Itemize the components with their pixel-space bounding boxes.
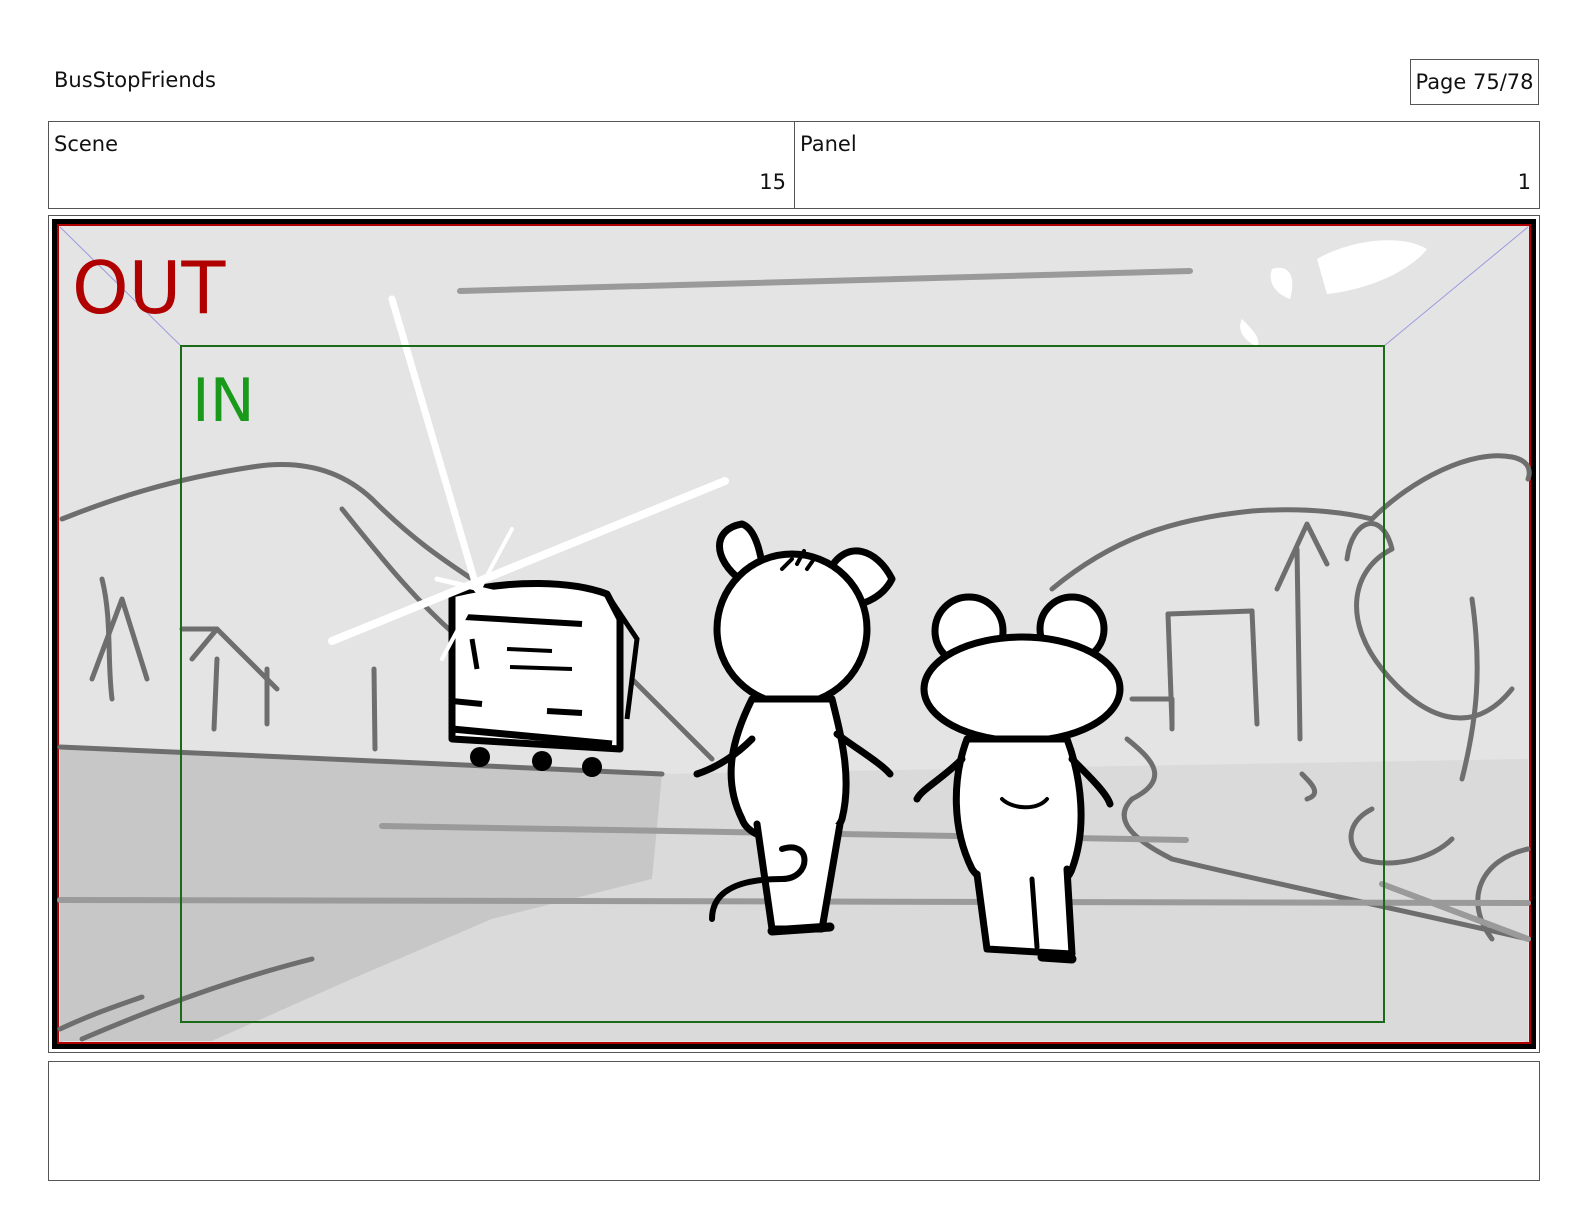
- scene-number: 15: [759, 170, 786, 194]
- scene-cell: Scene 15: [49, 122, 795, 208]
- project-title: BusStopFriends: [54, 68, 216, 92]
- panel-number: 1: [1517, 170, 1531, 194]
- scene-panel-info-row: Scene 15 Panel 1: [48, 121, 1540, 209]
- storyboard-panel-frame: OUT IN: [48, 215, 1540, 1053]
- panel-label: Panel: [800, 132, 857, 156]
- page-counter: Page 75/78: [1410, 59, 1539, 105]
- panel-notes-box: [48, 1061, 1540, 1181]
- out-label: OUT: [72, 246, 226, 330]
- in-label: IN: [192, 366, 255, 436]
- distant-bus-sketch: [448, 580, 640, 777]
- panel-cell: Panel 1: [795, 122, 1539, 208]
- scene-label: Scene: [54, 132, 119, 156]
- storyboard-sketch: OUT IN: [52, 219, 1536, 1049]
